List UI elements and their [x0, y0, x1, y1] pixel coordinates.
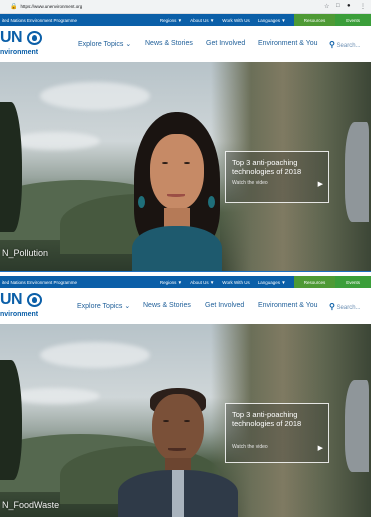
search-icon: ⚲: [329, 302, 335, 311]
video-caption: N_Pollution: [2, 248, 49, 258]
nav-news-stories[interactable]: News & Stories: [143, 302, 191, 309]
events-button[interactable]: Events: [335, 276, 371, 288]
presenter-avatar: [122, 112, 232, 271]
browser-address-bar[interactable]: 🔒 https://www.unenvironment.org ☆ □ ● ⋮: [0, 0, 371, 14]
promo-title: Top 3 anti-poaching technologies of 2018: [232, 410, 302, 428]
hero-banner[interactable]: Top 3 anti-poaching technologies of 2018…: [0, 62, 371, 271]
url-text[interactable]: https://www.unenvironment.org: [20, 4, 82, 9]
logo-un-text: UN: [0, 29, 23, 46]
profile-icon[interactable]: ●: [347, 3, 351, 9]
nav-get-involved[interactable]: Get Involved: [206, 40, 245, 47]
un-top-bar: ited Nations Environment Programme Regio…: [0, 14, 371, 26]
un-emblem-icon: [27, 31, 42, 45]
promo-title: Top 3 anti-poaching technologies of 2018: [232, 158, 302, 176]
chevron-down-icon: ⌄: [125, 41, 132, 48]
promo-watch-link[interactable]: Watch the video: [232, 180, 268, 186]
play-arrow-icon[interactable]: ▶: [318, 444, 323, 452]
logo-environment-text: nvironment: [0, 49, 39, 56]
top-link-regions[interactable]: Regions ▼: [160, 280, 182, 285]
nav-environment-you[interactable]: Environment & You: [258, 40, 318, 47]
un-environment-logo[interactable]: UN nvironment: [0, 29, 60, 59]
un-top-bar: ited Nations Environment Programme Regio…: [0, 276, 371, 288]
top-link-about[interactable]: About Us ▼: [190, 280, 214, 285]
search-icon: ⚲: [329, 40, 335, 49]
logo-environment-text: nvironment: [0, 311, 39, 318]
logo-un-text: UN: [0, 291, 23, 308]
top-link-languages[interactable]: Languages ▼: [258, 280, 286, 285]
un-emblem-icon: [27, 293, 42, 307]
lock-icon: 🔒: [10, 4, 18, 10]
top-link-about[interactable]: About Us ▼: [190, 18, 214, 23]
program-name: ited Nations Environment Programme: [2, 279, 78, 285]
presenter-avatar: [118, 386, 238, 517]
nav-explore-topics[interactable]: Explore Topics ⌄: [78, 40, 131, 48]
top-link-regions[interactable]: Regions ▼: [160, 18, 182, 23]
nav-environment-you[interactable]: Environment & You: [258, 302, 318, 309]
main-nav: UN nvironment Explore Topics ⌄ News & St…: [0, 26, 371, 62]
promo-card[interactable]: Top 3 anti-poaching technologies of 2018…: [225, 151, 329, 203]
extension-icon[interactable]: □: [336, 3, 340, 9]
nav-get-involved[interactable]: Get Involved: [205, 302, 244, 309]
screenshot-panel-foodwaste: ited Nations Environment Programme Regio…: [0, 272, 371, 517]
top-link-languages[interactable]: Languages ▼: [258, 18, 286, 23]
screenshot-panel-pollution: 🔒 https://www.unenvironment.org ☆ □ ● ⋮ …: [0, 0, 371, 271]
star-icon[interactable]: ☆: [324, 3, 329, 10]
top-link-work[interactable]: Work With Us: [222, 280, 249, 285]
promo-watch-link[interactable]: Watch the video: [232, 444, 268, 450]
events-button[interactable]: Events: [335, 14, 371, 26]
chevron-down-icon: ⌄: [124, 303, 131, 310]
top-link-work[interactable]: Work With Us: [222, 18, 249, 23]
nav-news-stories[interactable]: News & Stories: [145, 40, 193, 47]
hero-banner[interactable]: Top 3 anti-poaching technologies of 2018…: [0, 324, 371, 517]
program-name: ited Nations Environment Programme: [2, 17, 78, 23]
search-input[interactable]: ⚲ Search...: [329, 302, 361, 311]
menu-icon[interactable]: ⋮: [360, 3, 366, 10]
nav-explore-topics[interactable]: Explore Topics ⌄: [77, 302, 130, 310]
resources-button[interactable]: Resources: [293, 14, 336, 26]
search-input[interactable]: ⚲ Search...: [329, 40, 361, 49]
promo-card[interactable]: Top 3 anti-poaching technologies of 2018…: [225, 403, 329, 463]
main-nav: UN nvironment Explore Topics ⌄ News & St…: [0, 288, 371, 324]
resources-button[interactable]: Resources: [293, 276, 336, 288]
un-environment-logo[interactable]: UN nvironment: [0, 291, 60, 321]
video-caption: N_FoodWaste: [2, 500, 60, 510]
play-arrow-icon[interactable]: ▶: [318, 180, 323, 188]
